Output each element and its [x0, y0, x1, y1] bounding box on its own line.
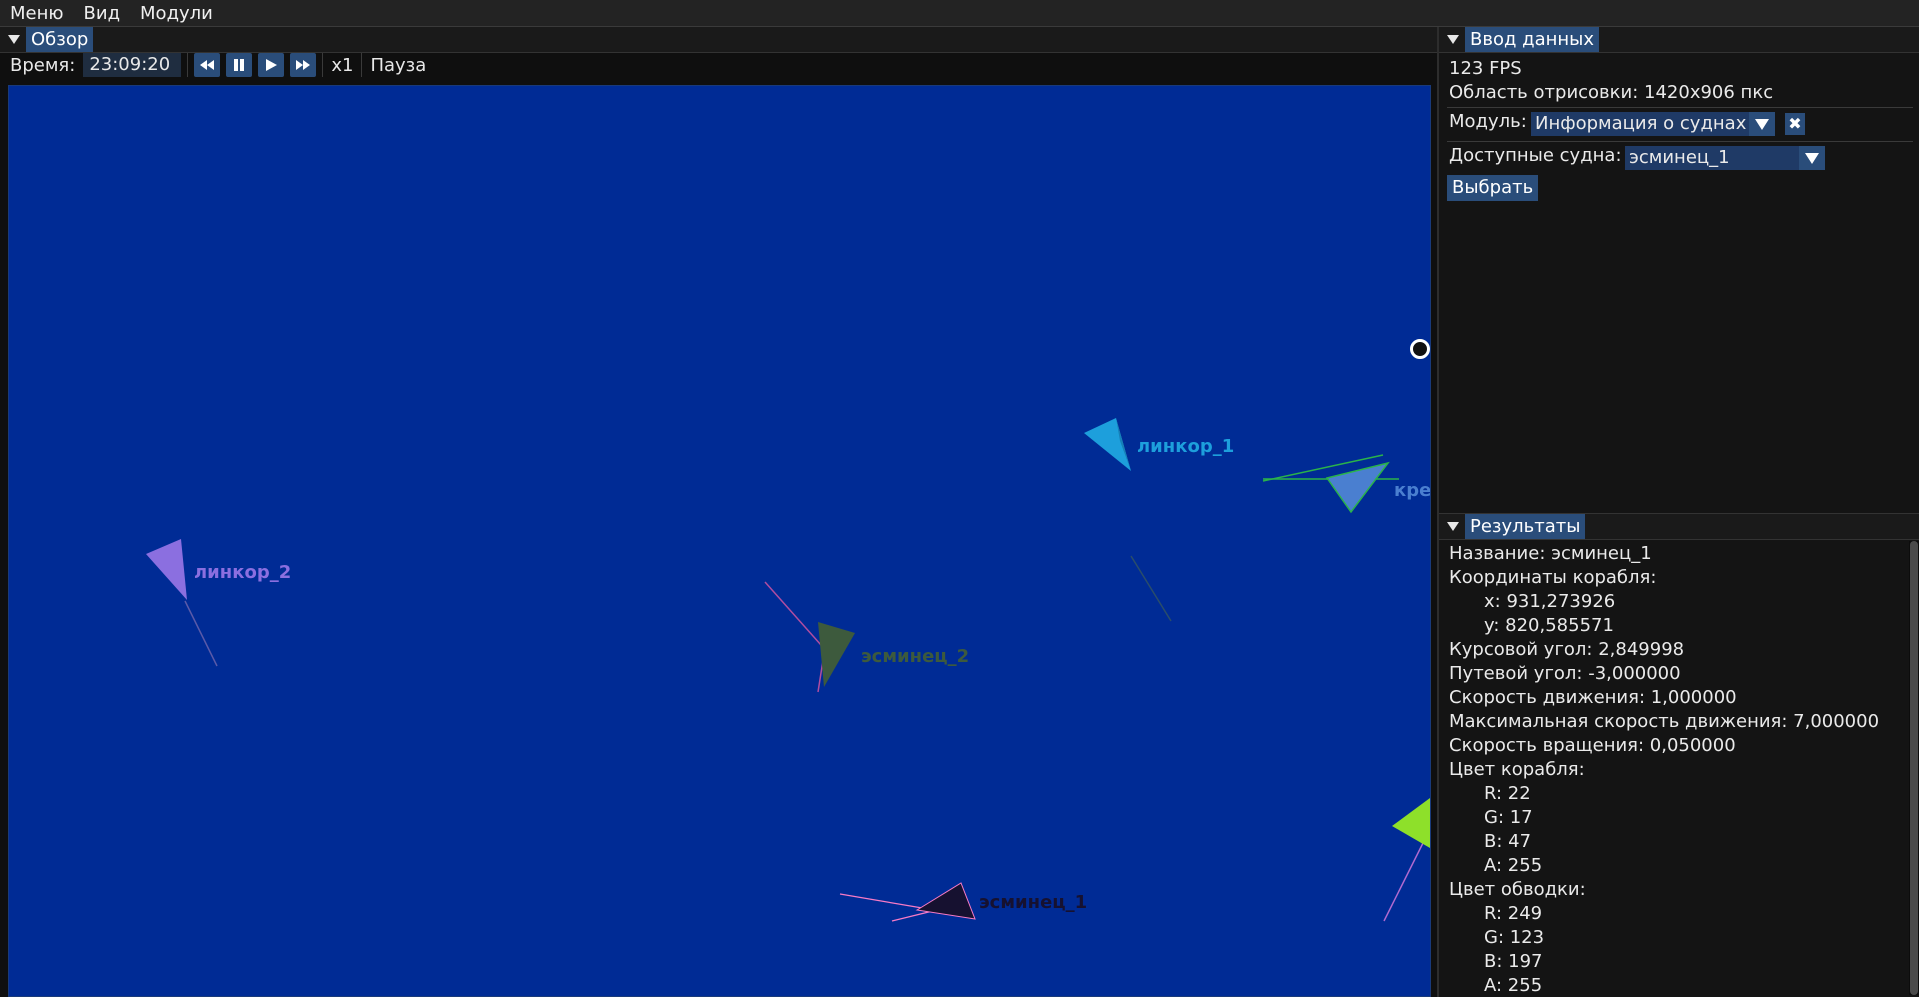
play-button[interactable] — [258, 53, 285, 77]
ship-linkor-2[interactable] — [146, 539, 218, 667]
rewind-icon — [200, 60, 215, 70]
ship-select[interactable]: эсминец_1 — [1625, 146, 1825, 170]
ships-canvas — [146, 418, 1430, 922]
result-line: Скорость вращения: 0,050000 — [1449, 735, 1736, 756]
result-line: A: 255 — [1484, 855, 1543, 876]
result-line: Цвет обводки: — [1449, 879, 1586, 900]
ship-label-esminec-1: эсминец_1 — [979, 892, 1088, 913]
fast-forward-button[interactable] — [290, 53, 317, 77]
time-field[interactable]: 23:09:20 — [83, 53, 182, 77]
result-line: Скорость движения: 1,000000 — [1449, 687, 1737, 708]
collapse-arrow-icon[interactable] — [1447, 35, 1459, 44]
result-line: G: 123 — [1484, 927, 1545, 948]
result-line: Название: эсминец_1 — [1449, 543, 1652, 564]
rewind-button[interactable] — [194, 53, 221, 77]
close-module-button[interactable]: ✖ — [1785, 113, 1805, 135]
result-line: R: 249 — [1484, 903, 1543, 924]
render-area-info: Область отрисовки: 1420x906 пкс — [1449, 82, 1774, 103]
ship-green[interactable] — [1383, 798, 1430, 922]
fps-counter: 123 FPS — [1449, 58, 1522, 79]
mouse-cursor-icon — [1410, 339, 1430, 359]
ship-esminec-1[interactable] — [839, 882, 976, 922]
pause-button[interactable] — [226, 53, 253, 77]
scrollbar-thumb[interactable] — [1910, 541, 1918, 995]
result-line: Курсовой угол: 2,849998 — [1449, 639, 1685, 660]
ship-label-esminec-2: эсминец_2 — [861, 646, 970, 667]
separator — [187, 53, 189, 77]
select-button[interactable]: Выбрать — [1447, 175, 1539, 201]
overview-panel-title[interactable]: Обзор — [26, 27, 94, 52]
ship-label-kreiser: кре — [1394, 480, 1431, 501]
right-panel: Ввод данных 123 FPS Область отрисовки: 1… — [1437, 27, 1919, 997]
separator — [322, 53, 324, 77]
divider — [1447, 141, 1913, 142]
result-line: G: 17 — [1484, 807, 1533, 828]
collapse-arrow-icon[interactable] — [1447, 522, 1459, 531]
results-panel-title[interactable]: Результаты — [1465, 514, 1586, 539]
fast-forward-icon — [296, 60, 311, 70]
menu-item-menu[interactable]: Меню — [0, 3, 74, 24]
play-icon — [266, 59, 278, 71]
dropdown-arrow-icon[interactable] — [1799, 146, 1825, 170]
ship-esminec-2[interactable] — [764, 581, 855, 693]
divider — [1447, 107, 1913, 108]
result-line: B: 197 — [1484, 951, 1543, 972]
result-line: Путевой угол: -3,000000 — [1449, 663, 1681, 684]
collapse-arrow-icon[interactable] — [8, 35, 20, 44]
result-line: A: 255 — [1484, 975, 1543, 996]
results-list: Название: эсминец_1 Координаты корабля: … — [1439, 541, 1909, 997]
playback-toolbar: Время: 23:09:20 x1 Пауза — [8, 52, 428, 78]
time-label: Время: — [10, 54, 76, 76]
module-select-value: Информация о суднах — [1535, 113, 1747, 134]
pause-icon — [234, 59, 245, 71]
results-scrollbar[interactable] — [1909, 541, 1919, 995]
menu-item-view[interactable]: Вид — [74, 3, 131, 24]
module-label: Модуль: — [1449, 111, 1527, 132]
dropdown-arrow-icon[interactable] — [1749, 112, 1775, 136]
separator — [361, 53, 363, 77]
module-select[interactable]: Информация о суднах — [1531, 112, 1775, 136]
result-line: Максимальная скорость движения: 7,000000 — [1449, 711, 1880, 732]
result-line: R: 22 — [1484, 783, 1531, 804]
result-line: Цвет корабля: — [1449, 759, 1585, 780]
simulation-viewport[interactable]: линкор_1 линкор_2 эсминец_2 эсминец_1 кр… — [8, 85, 1431, 997]
result-line: B: 47 — [1484, 831, 1532, 852]
result-line: x: 931,273926 — [1484, 591, 1616, 612]
input-panel-title[interactable]: Ввод данных — [1465, 27, 1600, 52]
result-line: Координаты корабля: — [1449, 567, 1657, 588]
ship-label-linkor-1: линкор_1 — [1137, 436, 1235, 457]
input-panel-header: Ввод данных — [1439, 27, 1919, 53]
ship-label-linkor-2: линкор_2 — [194, 562, 292, 583]
ship-kreiser[interactable] — [1262, 454, 1399, 514]
menu-item-modules[interactable]: Модули — [130, 3, 223, 24]
available-ships-label: Доступные судна: — [1449, 145, 1622, 166]
ship-select-value: эсминец_1 — [1629, 147, 1730, 168]
speed-indicator: x1 — [331, 54, 354, 76]
result-line: y: 820,585571 — [1484, 615, 1614, 636]
results-panel-header: Результаты — [1439, 513, 1919, 540]
status-text: Пауза — [370, 54, 427, 76]
menu-bar: Меню Вид Модули — [0, 0, 1919, 27]
overview-panel-header: Обзор — [0, 27, 1437, 53]
